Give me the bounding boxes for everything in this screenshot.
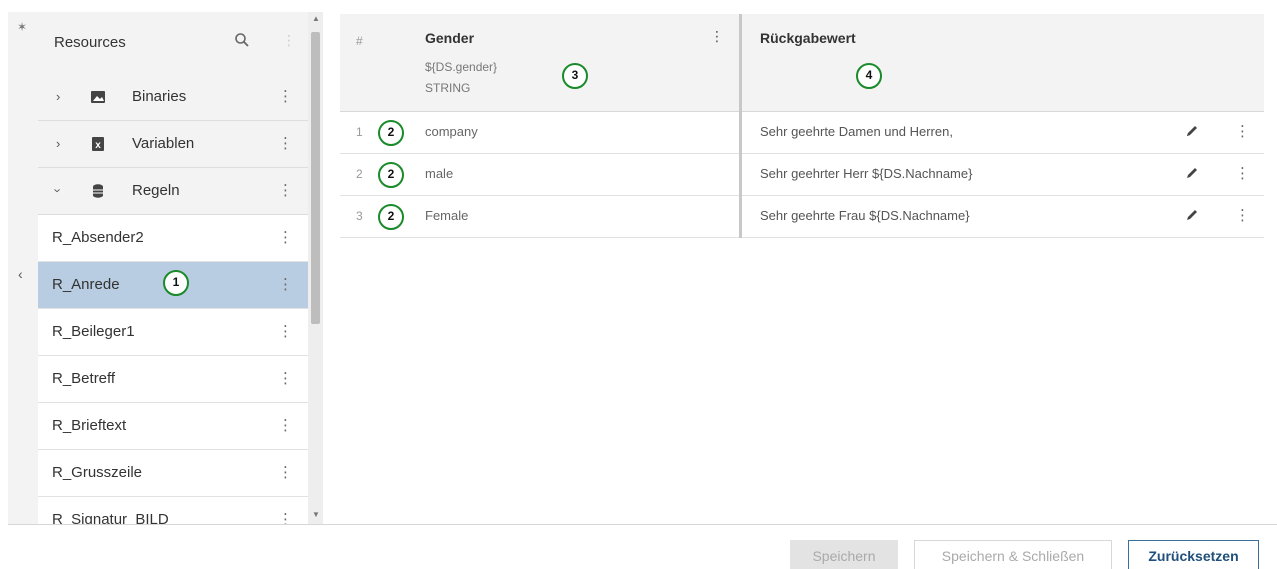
more-vert-icon[interactable]: ⋮ (278, 369, 293, 387)
tree-folder-variablen[interactable]: › x Variablen ⋮ (38, 121, 308, 168)
search-icon[interactable] (234, 32, 250, 48)
row-condition-value[interactable]: male (425, 166, 453, 181)
more-vert-icon[interactable]: ⋮ (278, 463, 293, 481)
rule-label: R_Brieftext (52, 417, 127, 434)
annotation-marker: 3 (562, 63, 588, 89)
scroll-down-icon[interactable]: ▼ (312, 510, 320, 519)
rule-item[interactable]: R_Absender2 ⋮ (38, 215, 308, 262)
more-vert-icon[interactable]: ⋮ (278, 416, 293, 434)
variable-icon: x (92, 137, 104, 151)
table-row[interactable]: 1 company Sehr geehrte Damen und Herren,… (340, 112, 1264, 154)
resources-scrollbar[interactable]: ▲ ▼ (308, 12, 323, 524)
more-vert-icon[interactable]: ⋮ (278, 181, 293, 199)
rule-label: R_Signatur_BILD (52, 511, 169, 524)
annotation-marker: 2 (378, 120, 404, 146)
more-vert-icon: ⋮ (282, 32, 296, 48)
save-button[interactable]: Speichern (790, 540, 898, 569)
column-header-return: Rückgabewert (760, 30, 856, 46)
table-row[interactable]: 3 Female Sehr geehrte Frau ${DS.Nachname… (340, 196, 1264, 238)
resources-panel: Resources ⋮ › Binaries ⋮ › x Variablen ⋮ (38, 12, 308, 524)
rule-item[interactable]: R_Grusszeile ⋮ (38, 450, 308, 497)
chevron-right-icon[interactable]: › (56, 89, 60, 104)
tree-folder-label: Regeln (132, 182, 180, 199)
rule-item[interactable]: R_Betreff ⋮ (38, 356, 308, 403)
row-return-value[interactable]: Sehr geehrte Frau ${DS.Nachname} (760, 208, 970, 223)
tree-folder-label: Binaries (132, 88, 187, 105)
more-vert-icon[interactable]: ⋮ (278, 87, 293, 105)
footer-divider (8, 524, 1277, 525)
row-condition-value[interactable]: company (425, 124, 478, 139)
annotation-marker: 2 (378, 204, 404, 230)
column-expression: ${DS.gender} (425, 60, 498, 74)
rule-label: R_Anrede (52, 276, 120, 293)
tree-folder-binaries[interactable]: › Binaries ⋮ (38, 74, 308, 121)
row-return-value[interactable]: Sehr geehrte Damen und Herren, (760, 124, 953, 139)
chevron-right-icon[interactable]: › (56, 136, 60, 151)
row-number: 3 (356, 209, 363, 223)
pin-icon[interactable]: ✶ (17, 20, 27, 34)
more-vert-icon[interactable]: ⋮ (710, 28, 724, 45)
rule-editor: ✶ ‹ Resources ⋮ › Binaries ⋮ › x Variabl… (0, 0, 1277, 569)
rule-item[interactable]: R_Beileger1 ⋮ (38, 309, 308, 356)
rule-item[interactable]: R_Brieftext ⋮ (38, 403, 308, 450)
tree-folder-regeln[interactable]: › Regeln ⋮ (38, 168, 308, 215)
more-vert-icon[interactable]: ⋮ (278, 275, 293, 293)
row-return-value[interactable]: Sehr geehrter Herr ${DS.Nachname} (760, 166, 972, 181)
more-vert-icon[interactable]: ⋮ (1235, 122, 1250, 140)
more-vert-icon[interactable]: ⋮ (278, 228, 293, 246)
annotation-marker: 4 (856, 63, 882, 89)
column-header-number: # (356, 34, 363, 48)
column-type: STRING (425, 81, 471, 95)
table-header: # Gender ${DS.gender} STRING ⋮ Rückgabew… (340, 14, 1264, 112)
rule-table: # Gender ${DS.gender} STRING ⋮ Rückgabew… (340, 14, 1264, 524)
scrollbar-thumb[interactable] (311, 32, 320, 324)
resources-header: Resources ⋮ (38, 12, 308, 74)
chevron-left-icon[interactable]: ‹ (18, 266, 23, 282)
row-number: 2 (356, 167, 363, 181)
rule-item[interactable]: R_Signatur_BILD ⋮ (38, 497, 308, 524)
scroll-up-icon[interactable]: ▲ (312, 14, 320, 23)
annotation-marker: 2 (378, 162, 404, 188)
column-divider[interactable] (739, 14, 742, 238)
rule-label: R_Betreff (52, 370, 116, 387)
tree-folder-label: Variablen (132, 135, 195, 152)
pencil-icon[interactable] (1184, 123, 1200, 139)
column-header-gender: Gender (425, 30, 475, 46)
save-close-button[interactable]: Speichern & Schließen (914, 540, 1112, 569)
image-icon (91, 91, 105, 103)
pencil-icon[interactable] (1184, 165, 1200, 181)
resources-title: Resources (54, 34, 126, 51)
row-condition-value[interactable]: Female (425, 208, 468, 223)
rule-label: R_Beileger1 (52, 323, 135, 340)
pencil-icon[interactable] (1184, 207, 1200, 223)
more-vert-icon[interactable]: ⋮ (278, 510, 293, 524)
annotation-marker: 1 (163, 270, 189, 296)
svg-text:x: x (95, 140, 101, 151)
rule-label: R_Grusszeile (52, 464, 143, 481)
more-vert-icon[interactable]: ⋮ (1235, 206, 1250, 224)
reset-button[interactable]: Zurücksetzen (1128, 540, 1259, 569)
more-vert-icon[interactable]: ⋮ (1235, 164, 1250, 182)
database-icon (93, 184, 103, 198)
table-row[interactable]: 2 male Sehr geehrter Herr ${DS.Nachname}… (340, 154, 1264, 196)
row-number: 1 (356, 125, 363, 139)
more-vert-icon[interactable]: ⋮ (278, 134, 293, 152)
chevron-down-icon[interactable]: › (51, 188, 66, 192)
rule-label: R_Absender2 (52, 229, 144, 246)
more-vert-icon[interactable]: ⋮ (278, 322, 293, 340)
sidebar-strip: ✶ ‹ (8, 12, 38, 524)
